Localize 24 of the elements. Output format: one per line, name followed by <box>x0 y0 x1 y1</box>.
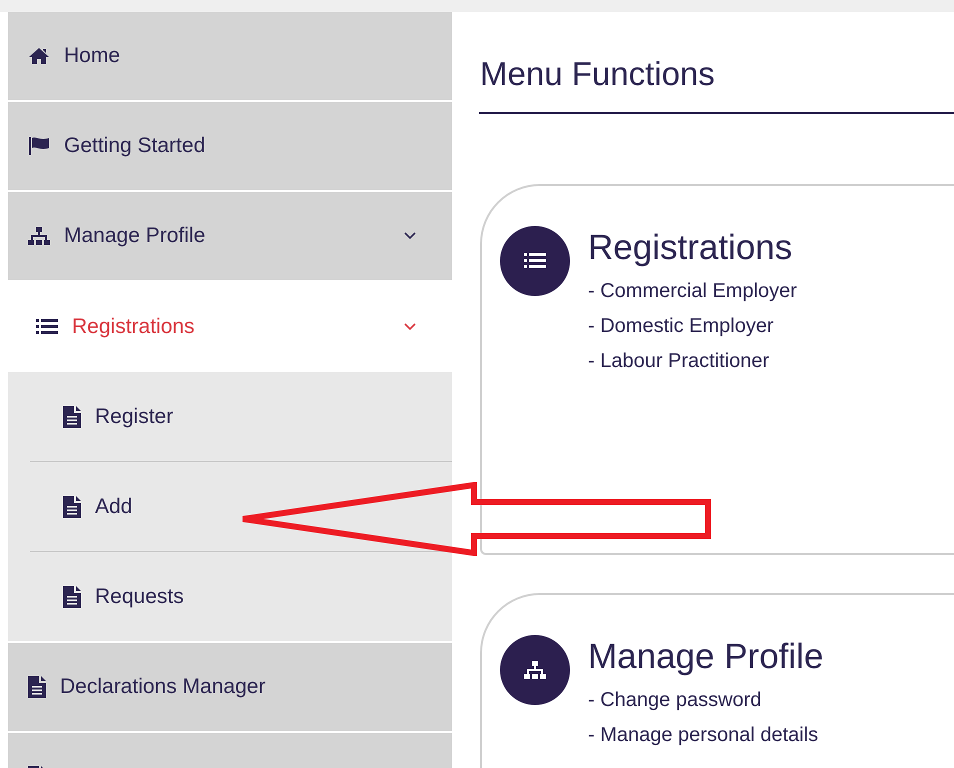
card-title: Manage Profile <box>588 636 824 678</box>
menu-card[interactable]: Manage Profile - Change password - Manage personal details <box>480 593 954 768</box>
home-icon <box>28 47 50 65</box>
chevron-icon <box>404 323 416 331</box>
card-title: Registrations <box>588 227 794 269</box>
page-title: Menu Functions <box>480 54 715 94</box>
sidebar-item[interactable]: Home <box>8 12 452 100</box>
list-icon <box>36 319 58 335</box>
flag-icon <box>28 136 50 156</box>
card-text: - Manage personal details <box>588 723 820 748</box>
document-icon <box>28 676 46 698</box>
card-text: - Change password <box>588 688 762 713</box>
sidebar-item[interactable]: Getting Started <box>8 102 452 190</box>
sidebar-item[interactable]: Declarations Manager <box>8 643 452 731</box>
sidebar-item[interactable]: Manage Profile <box>8 192 452 280</box>
document-icon <box>63 496 81 518</box>
sitemap-icon <box>28 226 50 246</box>
card-text: - Domestic Employer <box>588 314 775 339</box>
card-text: - Labour Practitioner <box>588 349 770 374</box>
menu-card[interactable]: Registrations - Commercial Employer - Domestic Employer - Labour Practitioner <box>480 184 954 555</box>
document-icon <box>63 406 81 428</box>
chevron-icon <box>404 232 416 240</box>
document-icon <box>63 586 81 608</box>
card-text: - Commercial Employer <box>588 279 797 304</box>
